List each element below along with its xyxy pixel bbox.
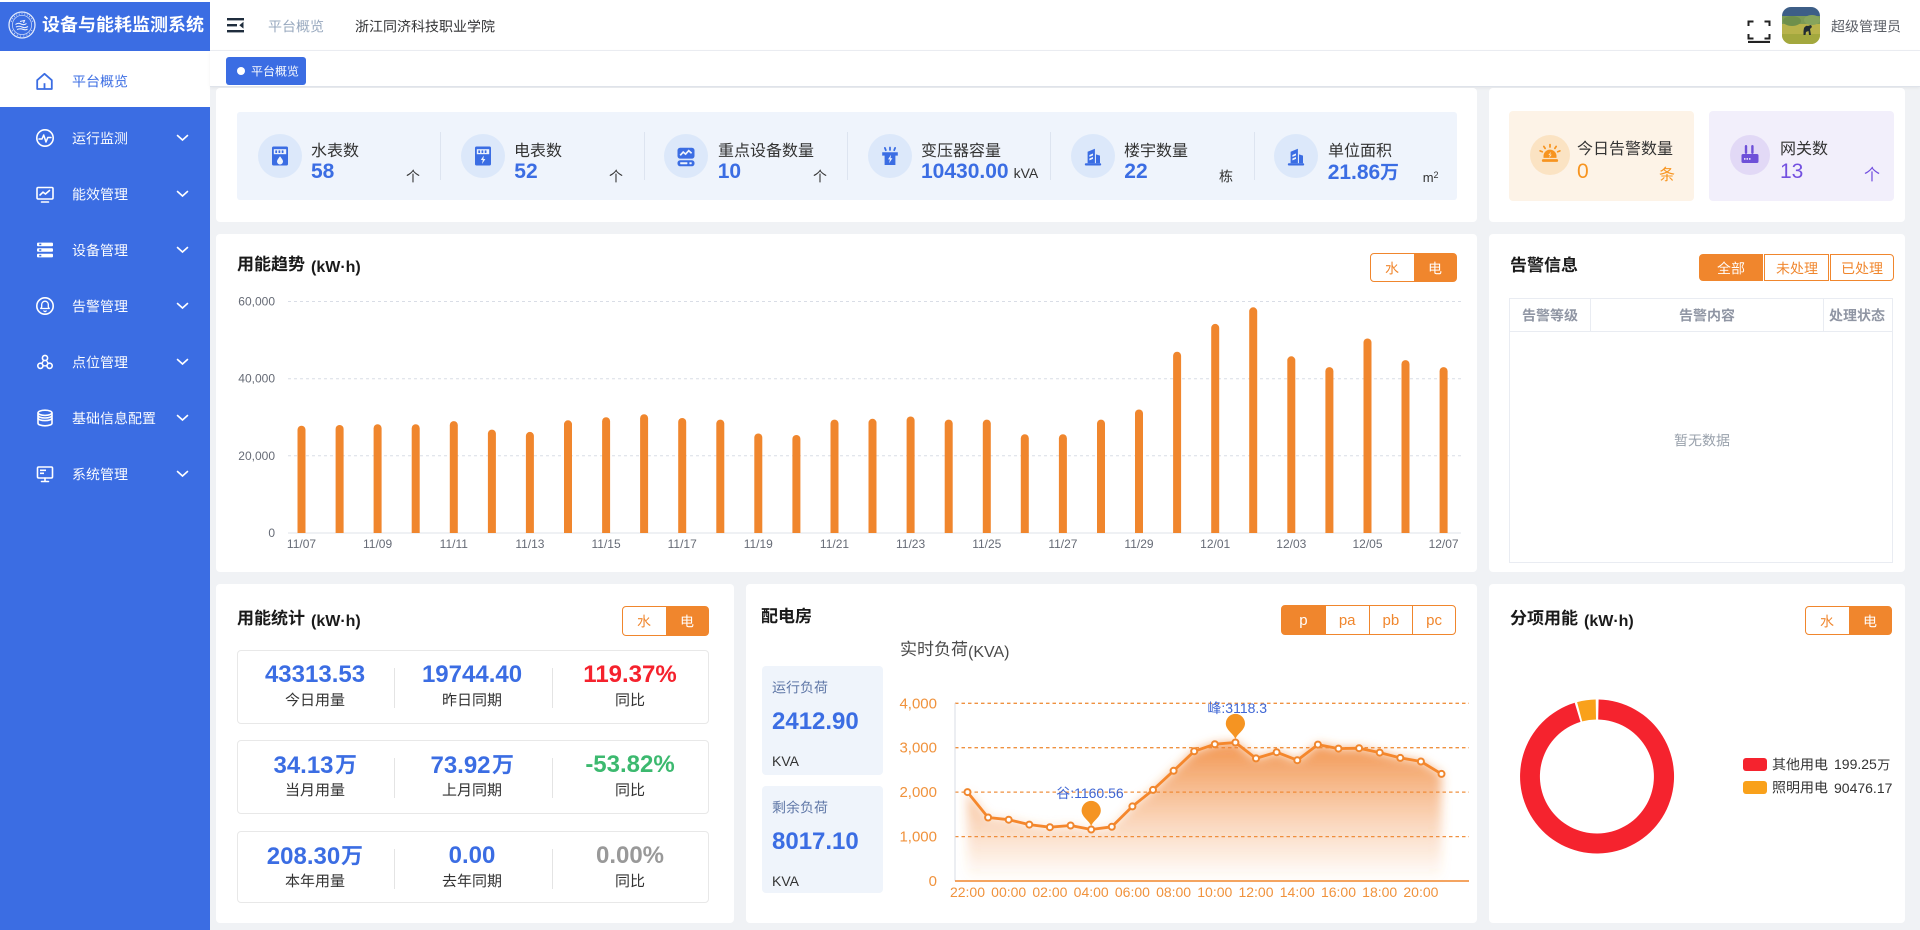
svg-text:4,000: 4,000 xyxy=(899,695,937,712)
svg-text:11/27: 11/27 xyxy=(1048,537,1077,551)
svg-text:00:00: 00:00 xyxy=(991,884,1026,900)
svg-text:12:00: 12:00 xyxy=(1238,884,1273,900)
svg-text:11/29: 11/29 xyxy=(1124,537,1153,551)
svg-text:12/05: 12/05 xyxy=(1352,537,1382,551)
svg-text:10:00: 10:00 xyxy=(1197,884,1232,900)
svg-text:16:00: 16:00 xyxy=(1321,884,1356,900)
svg-text:11/19: 11/19 xyxy=(744,537,773,551)
svg-text:04:00: 04:00 xyxy=(1074,884,1109,900)
svg-text:12/03: 12/03 xyxy=(1276,537,1306,551)
svg-text:20:00: 20:00 xyxy=(1403,884,1438,900)
svg-text:40,000: 40,000 xyxy=(238,372,275,386)
svg-text:60,000: 60,000 xyxy=(238,295,275,309)
svg-text:0: 0 xyxy=(929,873,937,890)
svg-text:22:00: 22:00 xyxy=(950,884,985,900)
svg-text:0: 0 xyxy=(268,526,275,540)
svg-text:12/01: 12/01 xyxy=(1200,537,1230,551)
svg-text:11/09: 11/09 xyxy=(363,537,392,551)
svg-text:2,000: 2,000 xyxy=(899,784,937,801)
svg-text:12/07: 12/07 xyxy=(1429,537,1459,551)
svg-text:11/13: 11/13 xyxy=(515,537,544,551)
svg-text:1,000: 1,000 xyxy=(899,829,937,846)
svg-text:3,000: 3,000 xyxy=(899,740,937,757)
svg-text:02:00: 02:00 xyxy=(1032,884,1067,900)
svg-text:11/11: 11/11 xyxy=(440,537,469,551)
svg-text:11/15: 11/15 xyxy=(592,537,621,551)
svg-text:11/07: 11/07 xyxy=(287,537,316,551)
svg-text:14:00: 14:00 xyxy=(1280,884,1315,900)
svg-text:11/25: 11/25 xyxy=(972,537,1001,551)
svg-text:18:00: 18:00 xyxy=(1362,884,1397,900)
svg-text:11/21: 11/21 xyxy=(820,537,849,551)
svg-text:11/17: 11/17 xyxy=(668,537,697,551)
svg-text::3118.3: :3118.3 xyxy=(1221,700,1267,716)
svg-text:20,000: 20,000 xyxy=(238,449,275,463)
svg-text:08:00: 08:00 xyxy=(1156,884,1191,900)
svg-text:11/23: 11/23 xyxy=(896,537,925,551)
svg-text::1160.56: :1160.56 xyxy=(1070,785,1124,801)
svg-text:06:00: 06:00 xyxy=(1115,884,1150,900)
